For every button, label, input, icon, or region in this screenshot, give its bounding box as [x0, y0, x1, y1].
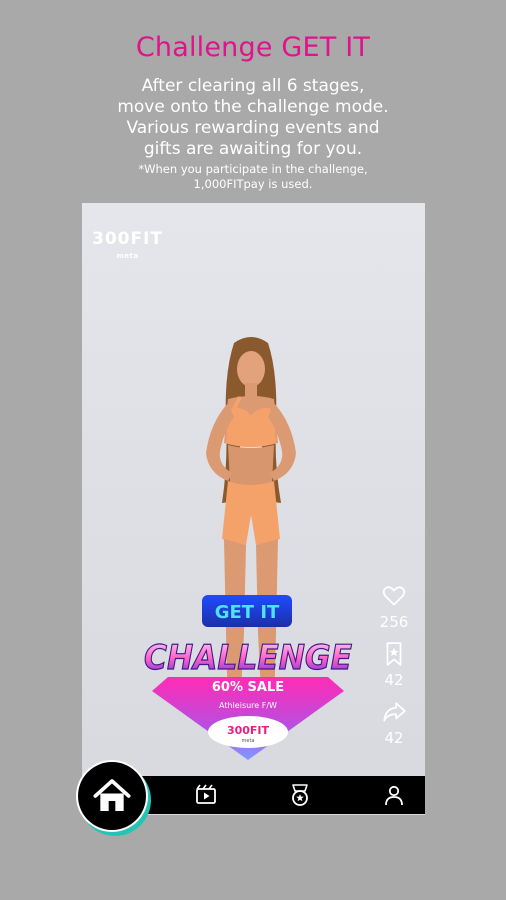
person-icon	[385, 785, 403, 806]
share-button[interactable]: 42	[381, 699, 407, 747]
badge-top-label: GET IT	[215, 602, 280, 623]
media-play-icon	[196, 784, 216, 804]
home-icon	[93, 779, 131, 811]
bookmark-count: 42	[384, 671, 404, 689]
nav-badge[interactable]	[280, 776, 320, 814]
promo-note: *When you participate in the challenge, …	[0, 162, 506, 192]
promo-description-line: gifts are awaiting for you.	[143, 139, 363, 159]
promo-note-line: *When you participate in the challenge,	[138, 162, 368, 176]
badge-sale-label: 60% SALE	[212, 680, 284, 695]
promo-title: Challenge GET IT	[135, 32, 371, 63]
bookmark-button[interactable]: 42	[381, 641, 407, 689]
brand-logo-text: 300FIT	[92, 229, 164, 249]
share-arrow-icon	[383, 702, 406, 722]
bookmark-star-icon	[386, 642, 402, 666]
brand-logo: 300FIT meta	[92, 231, 163, 264]
share-count: 42	[384, 729, 404, 747]
promo-note-line: 1,000FITpay is used.	[193, 177, 313, 191]
badge-main-label: CHALLENGE	[144, 638, 352, 678]
medal-icon	[292, 784, 308, 806]
like-button[interactable]: 256	[379, 583, 409, 631]
promo-description-line: Various rewarding events and	[126, 118, 380, 138]
nav-profile[interactable]	[374, 776, 414, 814]
promo-description-line: After clearing all 6 stages,	[141, 76, 365, 96]
badge-sub-label: Athleisure F/W	[219, 701, 277, 710]
side-actions: 256 42 42	[379, 583, 409, 757]
badge-logo: 300FIT	[227, 724, 270, 737]
nav-home-button[interactable]	[78, 762, 146, 830]
brand-logo-sub: meta	[116, 252, 139, 260]
nav-media[interactable]	[186, 776, 226, 814]
like-count: 256	[379, 613, 409, 631]
heart-icon	[382, 586, 406, 606]
challenge-badge[interactable]: GET IT CHALLENGE 60% SALE Athleisure F/W…	[138, 595, 358, 760]
promo-description: After clearing all 6 stages, move onto t…	[0, 76, 506, 160]
badge-logo-sub: meta	[242, 738, 255, 744]
phone-screen: 300FIT meta GET IT CHALLENGE 60% SALE At…	[82, 203, 425, 815]
promo-description-line: move onto the challenge mode.	[117, 97, 389, 117]
